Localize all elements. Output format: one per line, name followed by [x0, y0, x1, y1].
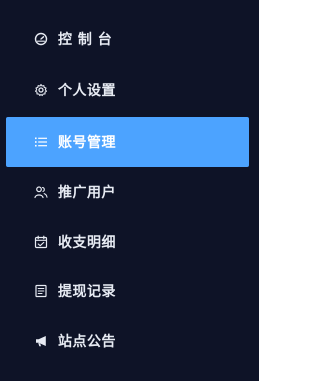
document-icon	[34, 284, 48, 298]
sidebar-item-label: 账号管理	[58, 135, 116, 151]
sidebar-item-dashboard[interactable]: 控 制 台	[0, 15, 259, 63]
dashboard-gauge-icon	[34, 32, 48, 46]
users-icon	[34, 185, 48, 199]
sidebar-item-income-expense[interactable]: 收支明细	[0, 217, 259, 266]
sidebar-item-label: 站点公告	[58, 333, 116, 350]
calendar-icon	[34, 235, 48, 249]
sidebar-item-account-management[interactable]: 账号管理	[6, 117, 249, 167]
gear-icon	[34, 83, 48, 97]
sidebar-item-personal-settings[interactable]: 个人设置	[0, 63, 259, 117]
sidebar-item-label: 推广用户	[58, 185, 116, 201]
list-icon	[34, 135, 48, 149]
sidebar-item-withdrawal-records[interactable]: 提现记录	[0, 266, 259, 316]
sidebar: 控 制 台 个人设置 账号管理 推广用户 收支明细 提现记录 站点公告	[0, 0, 259, 381]
sidebar-item-label: 提现记录	[58, 284, 116, 300]
sidebar-item-promoted-users[interactable]: 推广用户	[0, 167, 259, 217]
sidebar-item-label: 收支明细	[58, 234, 116, 251]
sidebar-item-label: 个人设置	[58, 83, 116, 99]
sidebar-item-site-announcement[interactable]: 站点公告	[0, 316, 259, 365]
sidebar-item-label: 控 制 台	[58, 32, 113, 48]
sidebar-menu: 控 制 台 个人设置 账号管理 推广用户 收支明细 提现记录 站点公告	[0, 15, 259, 365]
megaphone-icon	[34, 334, 48, 348]
